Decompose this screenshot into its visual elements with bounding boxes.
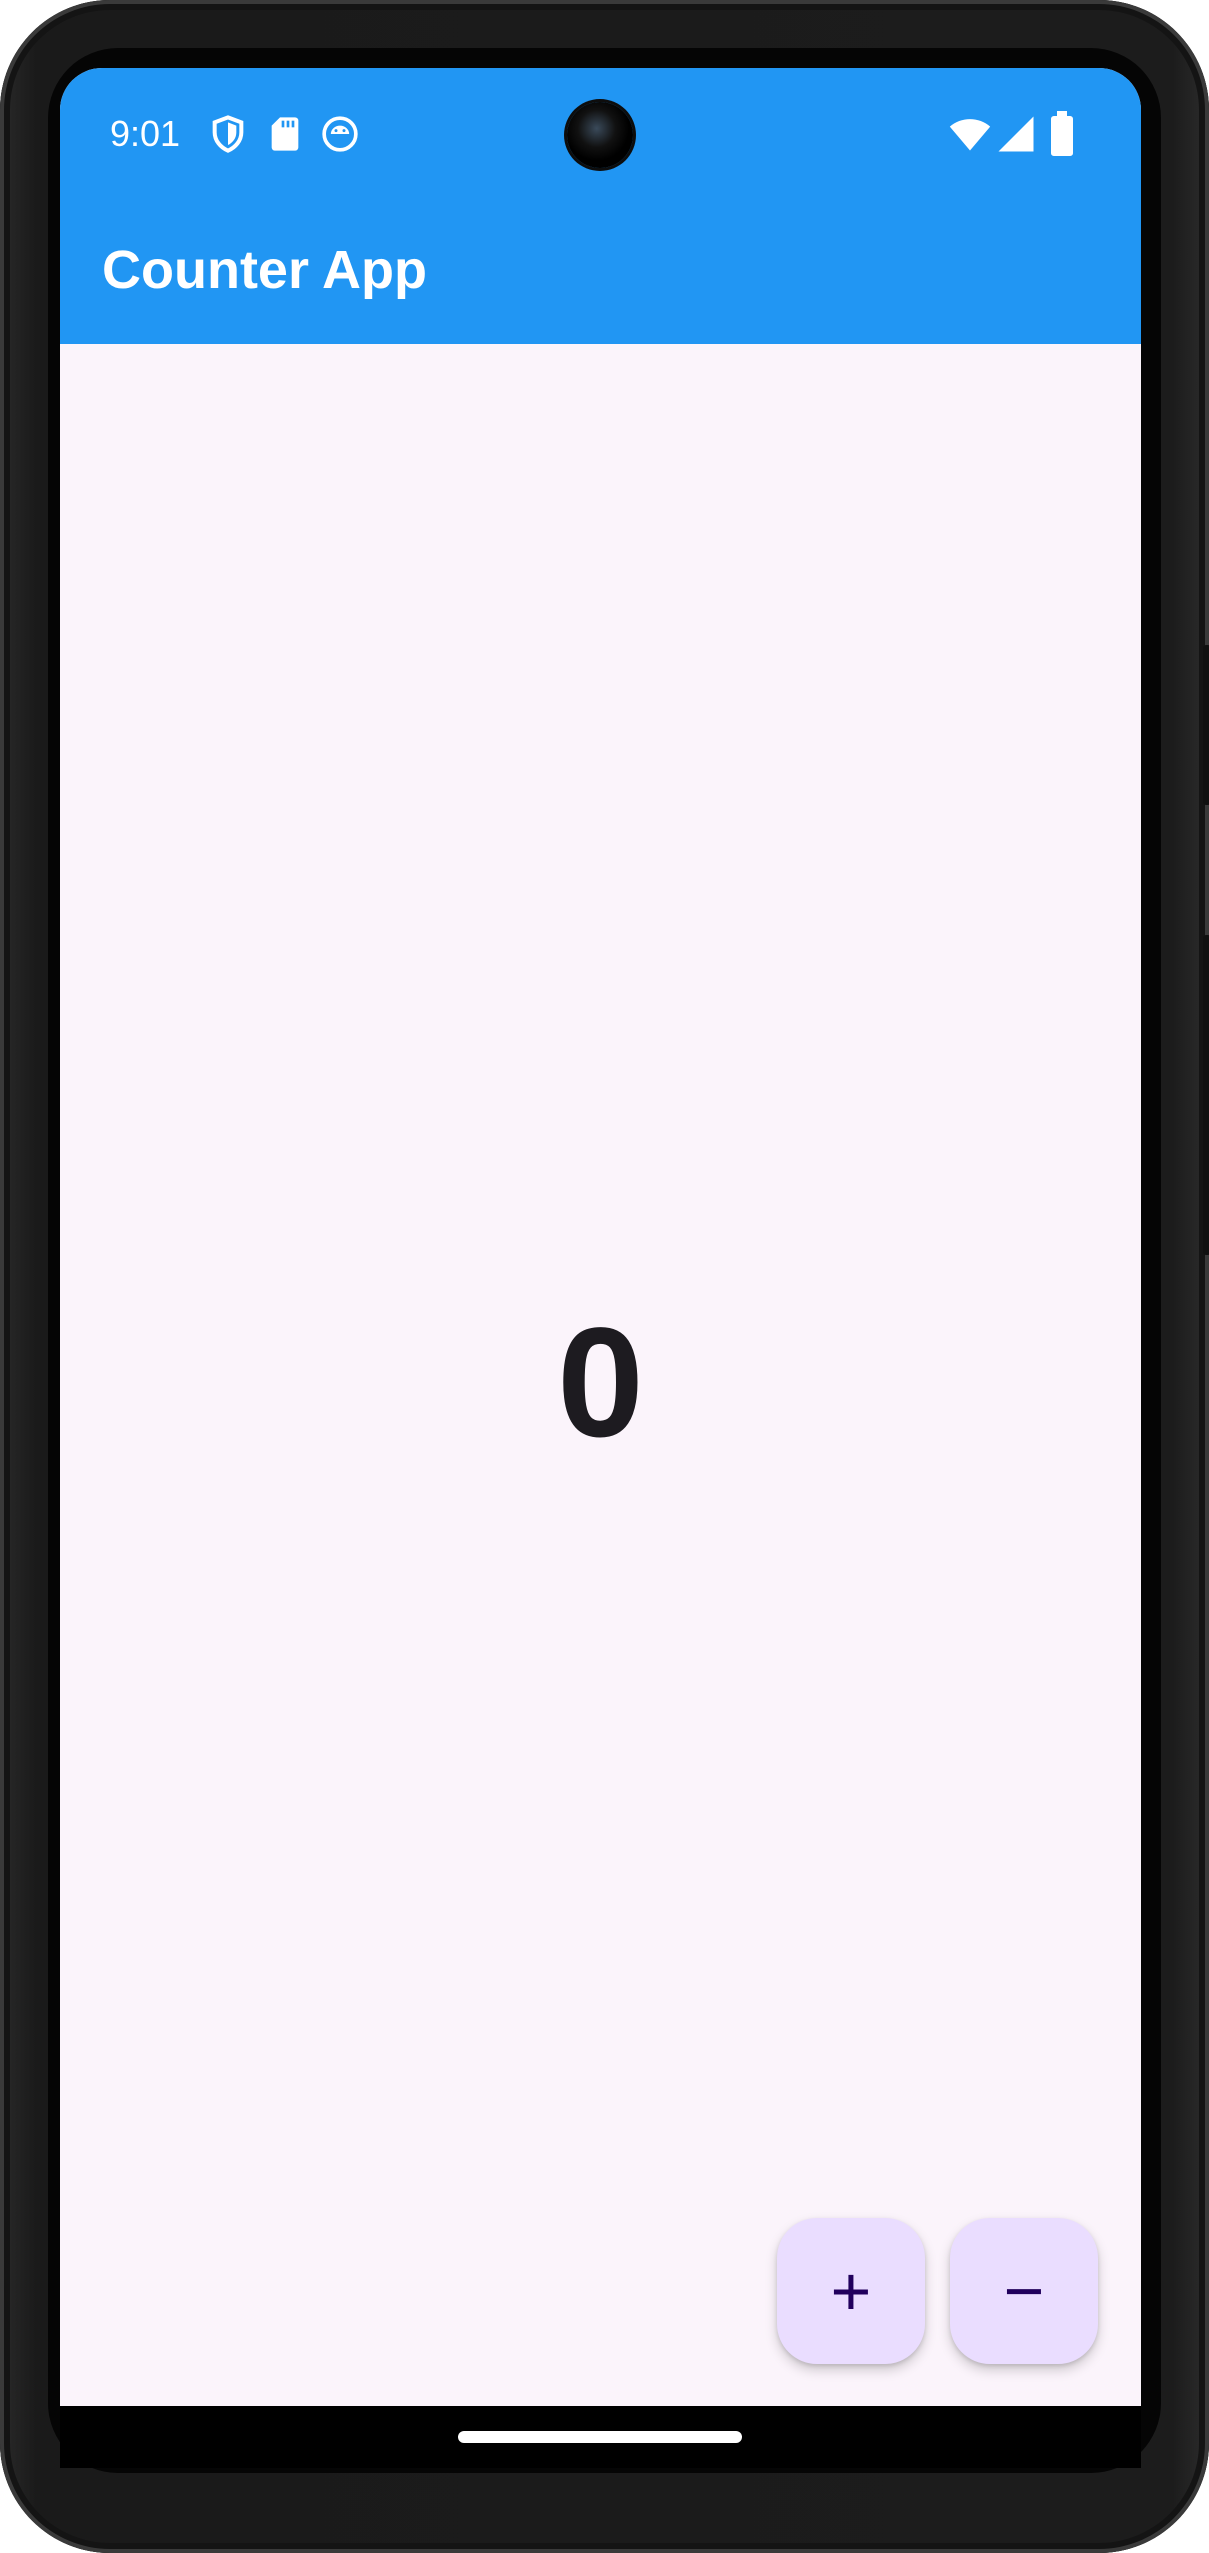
status-time: 9:01 [110, 113, 181, 154]
decrement-button[interactable]: − [950, 2218, 1098, 2364]
shield-icon [212, 115, 244, 153]
minus-icon: − [1003, 2252, 1045, 2330]
plus-icon: + [830, 2252, 872, 2330]
app-bar: 9:01 Counter App [60, 68, 1141, 344]
front-camera [567, 102, 633, 168]
battery-icon [1051, 111, 1073, 156]
wifi-icon [949, 119, 991, 151]
increment-button[interactable]: + [777, 2218, 925, 2364]
power-button [1203, 645, 1209, 805]
android-robot-icon [322, 116, 358, 152]
cellular-signal-icon [998, 116, 1034, 152]
app-screen: 9:01 Counter App 0 + − [60, 68, 1141, 2468]
phone-device-frame: 9:01 Counter App 0 + − [0, 0, 1209, 2553]
app-title: Counter App [102, 240, 427, 300]
volume-rocker [1203, 935, 1209, 1255]
counter-value: 0 [557, 1296, 644, 1470]
home-gesture-handle[interactable] [458, 2431, 742, 2443]
sd-card-icon [271, 117, 299, 151]
